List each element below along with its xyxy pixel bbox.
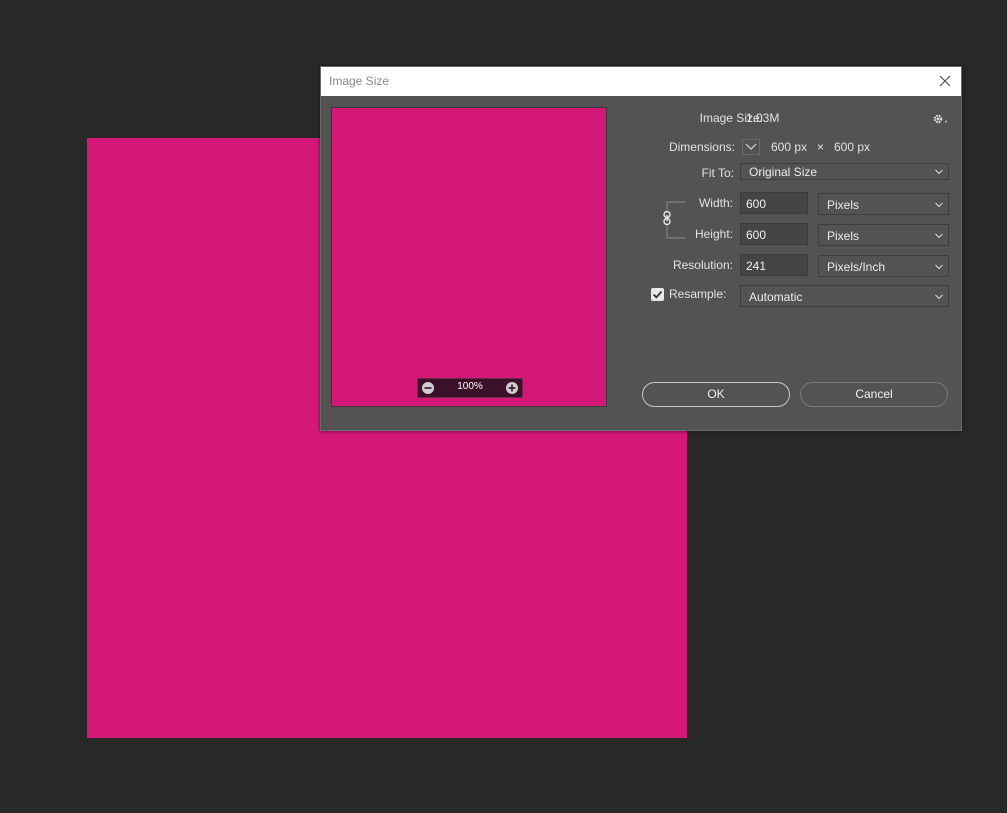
fit-to-label: Fit To: xyxy=(701,166,734,180)
close-icon xyxy=(939,75,951,87)
cancel-button[interactable]: Cancel xyxy=(800,382,948,407)
ok-button[interactable]: OK xyxy=(642,382,790,407)
resample-method-value: Automatic xyxy=(749,290,803,304)
settings-button[interactable] xyxy=(931,112,949,126)
chevron-down-icon xyxy=(742,139,760,155)
width-unit-value: Pixels xyxy=(827,198,860,212)
chevron-down-icon xyxy=(935,233,943,239)
checkmark-icon xyxy=(652,290,663,299)
width-label: Width: xyxy=(698,196,733,210)
chevron-down-icon xyxy=(935,294,943,300)
zoom-in-button[interactable] xyxy=(505,381,519,395)
resample-label: Resample: xyxy=(669,287,727,301)
height-label: Height: xyxy=(694,227,733,241)
width-unit-select[interactable]: Pixels xyxy=(818,193,949,215)
dialog-title: Image Size xyxy=(329,74,390,88)
chevron-down-icon xyxy=(935,169,943,175)
image-size-dialog: Image Size 100% Image Size: 1.03M Dimens… xyxy=(320,66,962,431)
workspace: Image Size 100% Image Size: 1.03M Dimens… xyxy=(0,0,1007,813)
resolution-input[interactable]: 241 xyxy=(740,254,808,276)
zoom-in-icon xyxy=(506,382,518,394)
resample-checkbox[interactable] xyxy=(651,288,664,301)
height-input[interactable]: 600 xyxy=(740,223,808,245)
dimensions-unit-toggle[interactable] xyxy=(742,139,760,155)
dimensions-height-value: 600 px xyxy=(834,140,871,154)
chevron-down-icon xyxy=(935,264,943,270)
image-size-value: 1.03M xyxy=(746,111,780,125)
dialog-titlebar[interactable]: Image Size xyxy=(321,67,961,96)
fit-to-value: Original Size xyxy=(749,165,818,179)
resolution-unit-select[interactable]: Pixels/Inch xyxy=(818,255,949,277)
height-unit-select[interactable]: Pixels xyxy=(818,224,949,246)
image-size-label: Image Size: xyxy=(699,111,763,125)
height-unit-value: Pixels xyxy=(827,229,860,243)
fit-to-select[interactable]: Original Size xyxy=(740,163,949,180)
zoom-out-icon xyxy=(422,382,434,394)
dimensions-label: Dimensions: xyxy=(668,140,735,154)
chevron-down-icon xyxy=(935,202,943,208)
dimensions-times: × xyxy=(817,140,825,154)
zoom-level: 100% xyxy=(457,381,483,392)
zoom-out-button[interactable] xyxy=(421,381,435,395)
image-preview[interactable]: 100% xyxy=(331,107,607,407)
zoom-control: 100% xyxy=(417,378,523,398)
chain-link-icon xyxy=(661,210,673,226)
resample-method-select[interactable]: Automatic xyxy=(740,285,949,307)
close-button[interactable] xyxy=(935,71,955,91)
dimensions-width-value: 600 px xyxy=(771,140,808,154)
resolution-label: Resolution: xyxy=(672,258,733,272)
resolution-unit-value: Pixels/Inch xyxy=(827,260,886,274)
constrain-proportions-button[interactable] xyxy=(661,210,673,226)
gear-icon xyxy=(933,114,947,124)
width-input[interactable]: 600 xyxy=(740,192,808,214)
